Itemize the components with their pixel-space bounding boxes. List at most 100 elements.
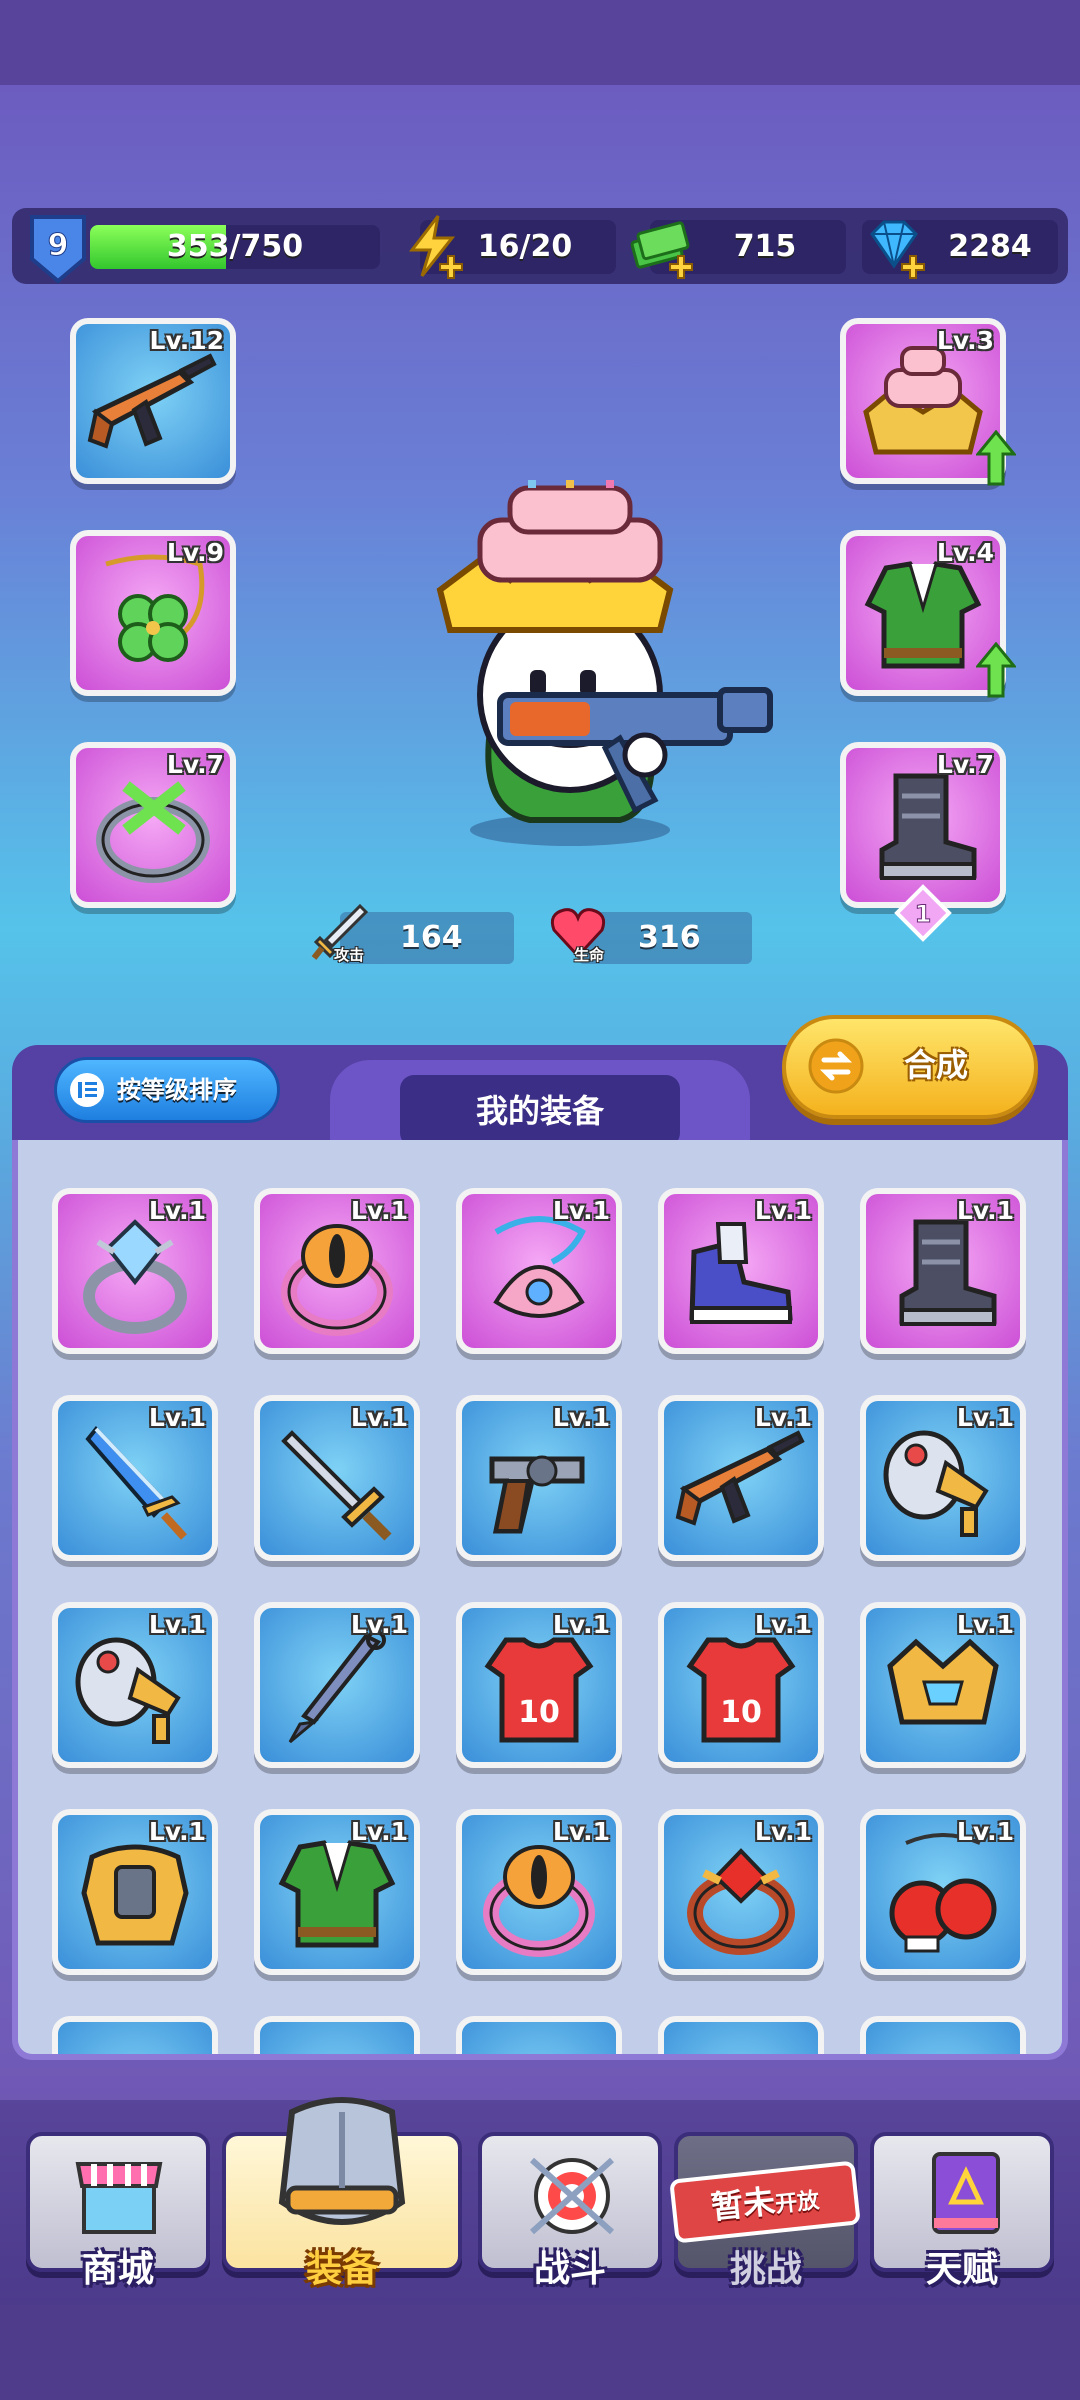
inventory-item-partial[interactable]	[860, 2016, 1026, 2054]
item-level: Lv.1	[350, 1403, 408, 1432]
item-level: Lv.1	[754, 1403, 812, 1432]
upgrade-arrow-icon	[976, 430, 1016, 486]
inventory-item[interactable]: Lv.1	[456, 1809, 622, 1975]
item-level: Lv.1	[754, 1196, 812, 1225]
inventory-item[interactable]: Lv.1	[254, 1809, 420, 1975]
green-jacket-icon	[278, 1840, 396, 1948]
inventory-item[interactable]: Lv.1	[254, 1188, 420, 1354]
add-gems-icon[interactable]	[900, 254, 926, 280]
svg-text:10: 10	[518, 1695, 560, 1730]
shop-icon	[75, 2162, 163, 2234]
inventory-item-partial[interactable]	[254, 2016, 420, 2054]
locked-tag-small: 开放	[774, 2188, 821, 2218]
jersey-icon: 10	[484, 1637, 594, 1743]
attack-value: 164	[400, 920, 463, 955]
boots-icon	[899, 1219, 997, 1326]
megaphone-icon	[883, 1430, 989, 1537]
inventory-item[interactable]: Lv.1	[860, 1188, 1026, 1354]
synthesize-icon	[808, 1038, 864, 1094]
inventory-item-partial[interactable]	[658, 2016, 824, 2054]
item-level: Lv.1	[754, 1610, 812, 1639]
sword-icon	[281, 1430, 392, 1541]
inventory-item[interactable]: 10 Lv.1	[658, 1602, 824, 1768]
shell-necklace-icon	[493, 1216, 586, 1318]
ring-icon	[96, 781, 210, 883]
energy-value: 16/20	[477, 229, 573, 264]
xp-text: 353/750	[166, 229, 304, 264]
inventory-item[interactable]: Lv.1	[456, 1395, 622, 1561]
inventory-item[interactable]: Lv.1	[860, 1809, 1026, 1975]
inventory-item[interactable]: Lv.1	[860, 1395, 1026, 1561]
crown-icon	[887, 1638, 999, 1725]
player-level-badge[interactable]: 9	[26, 213, 90, 285]
add-cash-icon[interactable]	[668, 254, 694, 280]
nav-shop-label: 商城	[81, 2249, 154, 2290]
slot-level: Lv.7	[936, 750, 994, 779]
inventory-item[interactable]: Lv.1	[254, 1395, 420, 1561]
nav-equipment-label: 装备	[305, 2249, 378, 2290]
item-level: Lv.1	[148, 1196, 206, 1225]
item-level: Lv.1	[552, 1610, 610, 1639]
hp-value: 316	[638, 920, 701, 955]
inventory-item[interactable]: Lv.1	[658, 1809, 824, 1975]
inventory-item-partial[interactable]	[52, 2016, 218, 2054]
slot-level: Lv.3	[936, 326, 994, 355]
cash-value: 715	[733, 229, 797, 264]
item-level: Lv.1	[956, 1817, 1014, 1846]
armor-icon	[278, 2097, 406, 2225]
inventory-item[interactable]: Lv.1	[658, 1395, 824, 1561]
inventory-item[interactable]: Lv.1	[52, 1602, 218, 1768]
locked-tag-text: 暂未	[709, 2182, 777, 2227]
sort-icon	[70, 1073, 104, 1107]
equip-slot-necklace[interactable]: Lv.9	[70, 530, 236, 696]
inventory-item[interactable]: 10 Lv.1	[456, 1602, 622, 1768]
item-level: Lv.1	[350, 1196, 408, 1225]
equip-slot-ring[interactable]: Lv.7	[70, 742, 236, 908]
item-level: Lv.1	[552, 1196, 610, 1225]
clover-necklace-icon	[105, 554, 205, 662]
character-avatar[interactable]	[420, 480, 800, 860]
rifle-icon	[87, 353, 217, 449]
dagger-icon	[85, 1425, 187, 1540]
item-level: Lv.1	[754, 1817, 812, 1846]
book-icon	[932, 2152, 1000, 2234]
boxing-gloves-icon	[889, 1833, 997, 1953]
inventory-item[interactable]: Lv.1	[860, 1602, 1026, 1768]
inventory-item[interactable]: Lv.1	[52, 1188, 218, 1354]
svg-text:10: 10	[720, 1695, 762, 1730]
nav-battle-label: 战斗	[533, 2249, 606, 2290]
top-strip	[0, 0, 1080, 85]
upgrade-count: 1	[915, 900, 932, 928]
synthesize-label: 合成	[903, 1046, 968, 1084]
inventory-item[interactable]: Lv.1	[52, 1395, 218, 1561]
equip-slot-weapon[interactable]: Lv.12	[70, 318, 236, 484]
inventory-item[interactable]: Lv.1	[52, 1809, 218, 1975]
item-level: Lv.1	[552, 1817, 610, 1846]
inventory-grid: Lv.1 Lv.1 Lv.1 Lv.1 Lv.1 Lv.1 Lv.1 Lv.1 Lv.1 Lv.1…	[12, 1140, 1068, 2060]
inventory-item[interactable]: Lv.1	[456, 1188, 622, 1354]
boots-icon	[879, 773, 977, 880]
item-level: Lv.1	[956, 1610, 1014, 1639]
item-level: Lv.1	[350, 1610, 408, 1639]
slot-level: Lv.9	[166, 538, 224, 567]
inventory-item[interactable]: Lv.1	[658, 1188, 824, 1354]
inventory-item[interactable]: Lv.1	[254, 1602, 420, 1768]
slot-level: Lv.4	[936, 538, 994, 567]
sneaker-icon	[689, 1222, 793, 1324]
green-jacket-icon	[864, 561, 982, 669]
item-level: Lv.1	[956, 1403, 1014, 1432]
player-level: 9	[48, 228, 69, 263]
hp-label: 生命	[574, 946, 605, 964]
upgrade-arrow-icon	[976, 642, 1016, 698]
item-level: Lv.1	[956, 1196, 1014, 1225]
gem-value: 2284	[948, 229, 1032, 264]
upgrade-count-badge: 1	[894, 884, 952, 942]
nav-talent-label: 天赋	[925, 2249, 998, 2290]
item-level: Lv.1	[148, 1817, 206, 1846]
nav-challenge-label: 挑战	[729, 2249, 802, 2290]
inventory-item-partial[interactable]	[456, 2016, 622, 2054]
inventory-title: 我的装备	[400, 1075, 680, 1147]
eye-ring-icon	[281, 1224, 393, 1336]
item-level: Lv.1	[350, 1817, 408, 1846]
slot-level: Lv.7	[166, 750, 224, 779]
